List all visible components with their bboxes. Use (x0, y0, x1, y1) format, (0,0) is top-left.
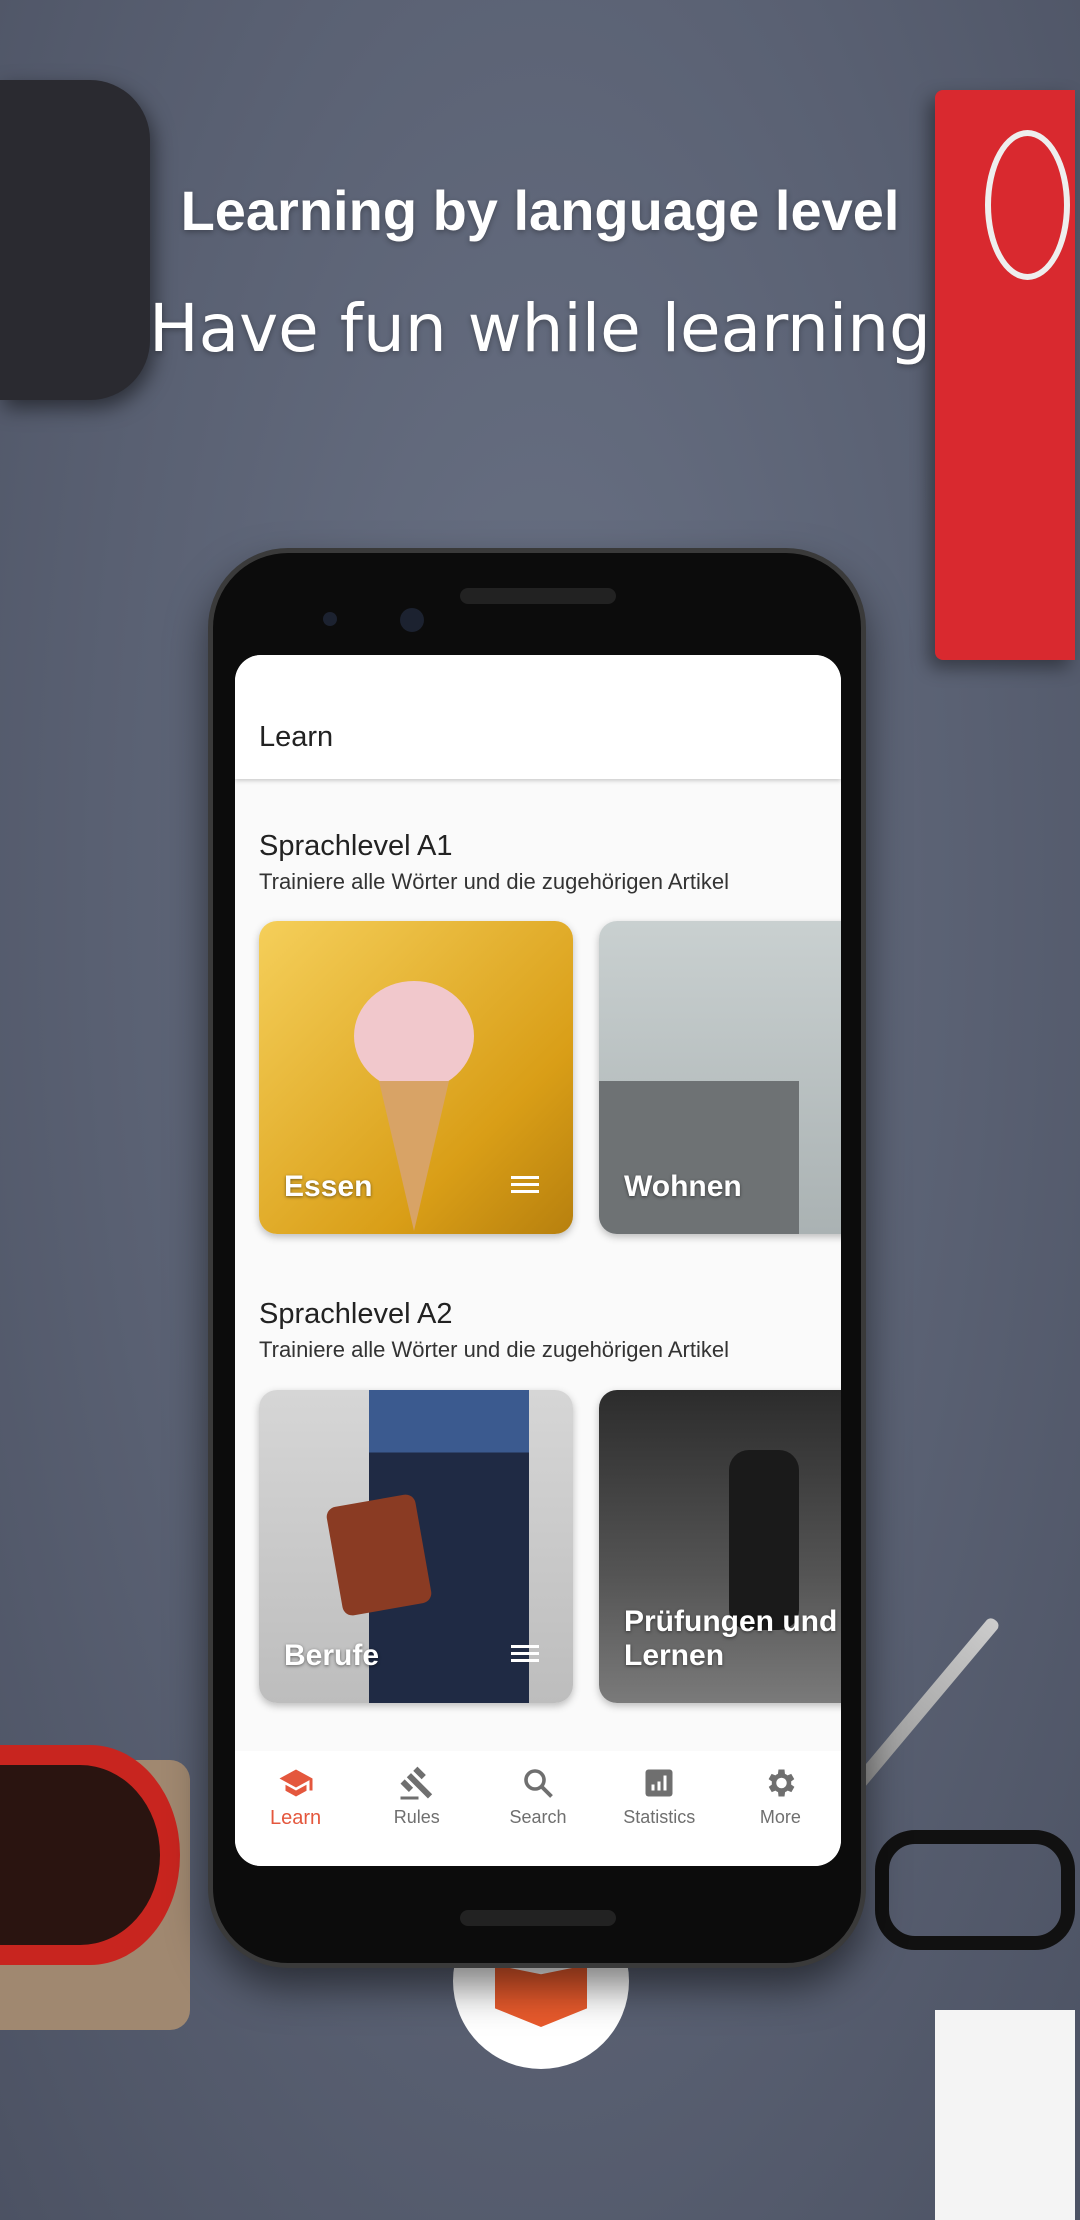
nav-statistics[interactable]: Statistics (599, 1751, 720, 1866)
gavel-icon (400, 1766, 432, 1800)
card-label: Prüfungen und Lernen (624, 1605, 838, 1672)
section-subtitle: Trainiere alle Wörter und die zugehörige… (259, 869, 729, 894)
card-label: Berufe (284, 1639, 380, 1672)
nav-rules[interactable]: Rules (356, 1751, 477, 1866)
phone-camera (400, 608, 424, 632)
paper-decoration (935, 2010, 1075, 2220)
card-label: Wohnen (624, 1170, 742, 1203)
nav-search[interactable]: Search (477, 1751, 598, 1866)
cone-image (379, 1081, 449, 1231)
list-icon[interactable] (511, 1645, 539, 1663)
phone-speaker-bottom (460, 1910, 616, 1926)
coffee-decoration (0, 1765, 160, 1945)
briefcase-image (325, 1493, 433, 1617)
glasses-decoration (875, 1830, 1075, 1950)
phone-sensor (323, 612, 337, 626)
gear-icon (769, 1769, 795, 1797)
graduation-cap-icon (279, 1769, 313, 1797)
list-icon[interactable] (511, 1176, 539, 1194)
category-card-berufe[interactable]: Berufe (259, 1390, 573, 1703)
section-title: Sprachlevel A1 (259, 830, 453, 862)
section-subtitle: Trainiere alle Wörter und die zugehörige… (259, 1337, 729, 1362)
student-image (729, 1450, 799, 1630)
bar-chart-icon (645, 1769, 673, 1797)
nav-learn[interactable]: Learn (235, 1751, 356, 1866)
app-bar: Learn (235, 655, 841, 779)
page-title: Learn (259, 721, 334, 753)
promo-headline: Learning by language level (180, 179, 900, 242)
category-card-pruefungen[interactable]: Prüfungen und Lernen (599, 1390, 841, 1703)
nav-label: More (759, 1807, 801, 1827)
search-icon (524, 1769, 553, 1798)
section-title: Sprachlevel A2 (259, 1298, 453, 1330)
card-label: Essen (284, 1170, 373, 1203)
promo-subheadline: Have fun while learning (149, 290, 931, 367)
nav-label: Learn (270, 1807, 322, 1829)
category-card-wohnen[interactable]: Wohnen (599, 921, 841, 1234)
app-screen: Learn Sprachlevel A1 Trainiere alle Wört… (235, 655, 841, 1866)
nav-label: Search (509, 1807, 567, 1827)
nav-more[interactable]: More (720, 1751, 841, 1866)
ice-cream-image (354, 981, 474, 1091)
sofa-image (599, 1081, 799, 1234)
phone-speaker (460, 588, 616, 604)
nav-label: Rules (393, 1807, 440, 1827)
category-card-essen[interactable]: Essen (259, 921, 573, 1234)
nav-label: Statistics (623, 1807, 696, 1827)
bottom-navigation: Learn Rules Search Statistics More (235, 1751, 841, 1866)
